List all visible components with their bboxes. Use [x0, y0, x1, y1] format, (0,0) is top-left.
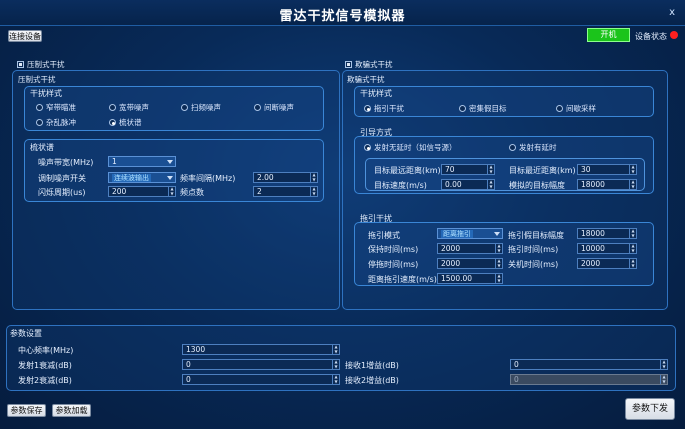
suppress-jamming-checkbox[interactable]: 压制式干扰 [17, 59, 65, 70]
min-distance-input[interactable]: 30 ▲ ▼ [577, 164, 637, 175]
spin-arrows-icon: ▲ ▼ [487, 179, 494, 189]
deception-style-title: 干扰样式 [360, 89, 392, 98]
comb-spectrum-title: 梳状谱 [30, 143, 54, 152]
spin-arrows-icon: ▲ ▼ [629, 258, 636, 268]
rx2-gain-input[interactable]: 0 ▲ ▼ [510, 374, 668, 385]
rx2-gain-label: 接收2增益(dB) [345, 376, 399, 385]
max-distance-label: 目标最远距离(km) [374, 166, 441, 175]
spin-arrows-icon: ▲ ▼ [332, 374, 339, 384]
radio-random-pulse[interactable]: 杂乱脉冲 [36, 117, 76, 128]
freq-interval-label: 频率间隔(MHz) [180, 174, 236, 183]
param-settings-title: 参数设置 [10, 329, 42, 338]
spin-arrows-icon: ▲ ▼ [332, 344, 339, 354]
tx2-atten-input[interactable]: 0 ▲ ▼ [182, 374, 340, 385]
radio-no-delay[interactable]: 发射无延时（如信号源） [364, 142, 457, 153]
flash-period-label: 闪烁周期(us) [38, 188, 86, 197]
pull-amplitude-label: 拖引假目标幅度 [508, 231, 564, 240]
suppress-style-title: 干扰样式 [30, 89, 62, 98]
pull-time-input[interactable]: 10000 ▲ ▼ [577, 243, 637, 254]
pull-amplitude-input[interactable]: 18000 ▲ ▼ [577, 228, 637, 239]
radio-with-delay[interactable]: 发射有延时 [509, 142, 557, 153]
radio-pull-jamming[interactable]: 拖引干扰 [364, 103, 404, 114]
save-params-button[interactable]: 参数保存 [7, 404, 46, 417]
spin-arrows-icon: ▲ ▼ [310, 172, 317, 182]
radio-narrow-aim[interactable]: 窄带瞄准 [36, 102, 76, 113]
close-icon[interactable]: x [669, 7, 675, 18]
pull-mode-select[interactable]: 距离拖引 [437, 228, 503, 239]
center-freq-input[interactable]: 1300 ▲ ▼ [182, 344, 340, 355]
stop-time-input[interactable]: 2000 ▲ ▼ [437, 258, 503, 269]
freq-points-input[interactable]: 2 ▲ ▼ [253, 186, 318, 197]
rx1-gain-label: 接收1增益(dB) [345, 361, 399, 370]
pull-time-label: 拖引时间(ms) [508, 245, 559, 254]
spin-arrows-icon: ▲ ▼ [168, 186, 175, 196]
target-speed-label: 目标速度(m/s) [374, 181, 427, 190]
device-status-label: 设备状态 [635, 32, 667, 41]
spin-arrows-icon: ▲ ▼ [310, 186, 317, 196]
mod-switch-label: 调制噪声开关 [38, 174, 86, 183]
rx1-gain-input[interactable]: 0 ▲ ▼ [510, 359, 668, 370]
spin-arrows-icon: ▲ ▼ [660, 374, 667, 384]
spin-arrows-icon: ▲ ▼ [332, 359, 339, 369]
tx2-atten-label: 发射2衰减(dB) [18, 376, 72, 385]
off-time-label: 关机时间(ms) [508, 260, 559, 269]
device-status-indicator [670, 31, 678, 39]
spin-arrows-icon: ▲ ▼ [495, 273, 502, 283]
chevron-down-icon [167, 160, 173, 164]
tx1-atten-label: 发射1衰减(dB) [18, 361, 72, 370]
radio-comb-spectrum[interactable]: 梳状谱 [109, 117, 142, 128]
checkbox-icon [345, 61, 352, 68]
spin-arrows-icon: ▲ ▼ [629, 243, 636, 253]
checkbox-icon [17, 61, 24, 68]
noise-bw-label: 噪声带宽(MHz) [38, 158, 94, 167]
radio-wideband-noise[interactable]: 宽带噪声 [109, 102, 149, 113]
send-params-button[interactable]: 参数下发 [625, 398, 675, 420]
spin-arrows-icon: ▲ ▼ [629, 164, 636, 174]
mod-switch-select[interactable]: 连续波输出 [108, 172, 176, 183]
hold-time-label: 保持时间(ms) [368, 245, 419, 254]
spin-arrows-icon: ▲ ▼ [629, 228, 636, 238]
spin-arrows-icon: ▲ ▼ [629, 179, 636, 189]
radio-sweep-noise[interactable]: 扫频噪声 [181, 102, 221, 113]
target-amplitude-input[interactable]: 18000 ▲ ▼ [577, 179, 637, 190]
target-speed-input[interactable]: 0.00 ▲ ▼ [441, 179, 495, 190]
chevron-down-icon [167, 176, 173, 180]
load-params-button[interactable]: 参数加载 [52, 404, 91, 417]
noise-bw-select[interactable]: 1 [108, 156, 176, 167]
deception-jamming-checkbox[interactable]: 欺骗式干扰 [345, 59, 393, 70]
stop-time-label: 停拖时间(ms) [368, 260, 419, 269]
freq-points-label: 频点数 [180, 188, 204, 197]
hold-time-input[interactable]: 2000 ▲ ▼ [437, 243, 503, 254]
pull-mode-label: 拖引模式 [368, 231, 400, 240]
off-time-input[interactable]: 2000 ▲ ▼ [577, 258, 637, 269]
max-distance-input[interactable]: 70 ▲ ▼ [441, 164, 495, 175]
target-amplitude-label: 模拟的目标幅度 [509, 181, 565, 190]
spin-arrows-icon: ▲ ▼ [495, 258, 502, 268]
tx1-atten-input[interactable]: 0 ▲ ▼ [182, 359, 340, 370]
suppress-panel-title: 压制式干扰 [18, 75, 56, 84]
pull-speed-label: 距离拖引速度(m/s) [368, 275, 437, 284]
center-freq-label: 中心频率(MHz) [18, 346, 74, 355]
chevron-down-icon [494, 232, 500, 236]
min-distance-label: 目标最近距离(km) [509, 166, 576, 175]
pull-speed-input[interactable]: 1500.00 ▲ ▼ [437, 273, 503, 284]
spin-arrows-icon: ▲ ▼ [487, 164, 494, 174]
connect-device-button[interactable]: 连接设备 [8, 30, 42, 42]
window-title: 雷达干扰信号模拟器 [279, 9, 406, 24]
spin-arrows-icon: ▲ ▼ [660, 359, 667, 369]
radio-dense-false-target[interactable]: 密集假目标 [459, 103, 507, 114]
flash-period-input[interactable]: 200 ▲ ▼ [108, 186, 176, 197]
radio-intermittent-noise[interactable]: 间断噪声 [254, 102, 294, 113]
spin-arrows-icon: ▲ ▼ [495, 243, 502, 253]
freq-interval-input[interactable]: 2.00 ▲ ▼ [253, 172, 318, 183]
deception-panel-title: 欺骗式干扰 [347, 75, 385, 84]
power-on-button[interactable]: 开机 [587, 28, 630, 42]
radio-intermittent-sampling[interactable]: 间歇采样 [556, 103, 596, 114]
